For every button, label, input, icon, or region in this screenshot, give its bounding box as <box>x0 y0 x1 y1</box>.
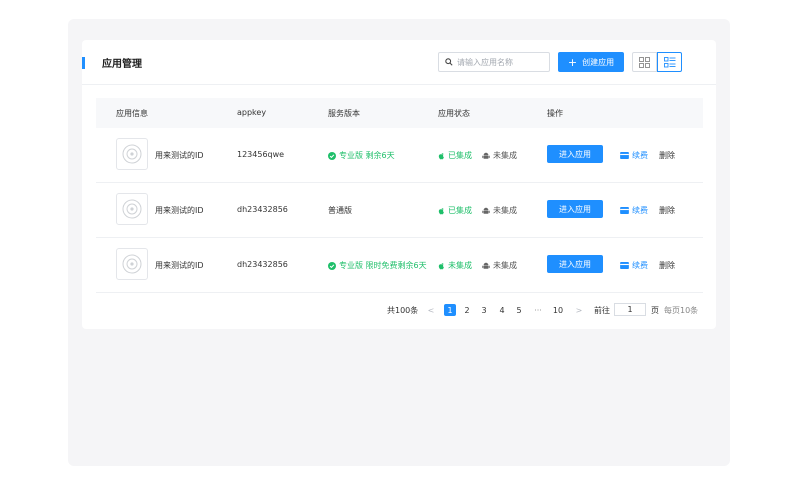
search-input[interactable] <box>457 57 545 67</box>
page-2-button[interactable]: 2 <box>461 304 473 316</box>
ios-status: 已集成 <box>438 150 472 161</box>
ios-status-text: 已集成 <box>448 206 472 215</box>
android-icon <box>482 262 490 269</box>
check-circle-icon <box>328 261 336 270</box>
android-status-text: 未集成 <box>493 151 517 160</box>
page-1-button[interactable]: 1 <box>444 304 456 316</box>
title-accent-bar <box>82 57 85 69</box>
page-5-button[interactable]: 5 <box>513 304 525 316</box>
search-box[interactable] <box>438 52 550 72</box>
page-unit-label: 页 <box>651 306 659 315</box>
table-row: 用来测试的ID 123456qwe 专业版 剩余6天 已集成 未集成 进入应用 … <box>96 128 703 183</box>
delete-link[interactable]: 删除 <box>659 205 675 216</box>
delete-link[interactable]: 删除 <box>659 260 675 271</box>
app-name: 用来测试的ID <box>155 206 204 215</box>
service-version-text: 专业版 限时免费剩余6天 <box>339 261 427 270</box>
search-icon <box>445 58 453 66</box>
service-version-text: 普通版 <box>328 206 352 215</box>
ios-status-text: 未集成 <box>448 261 472 270</box>
column-header-service-version: 服务版本 <box>328 109 360 118</box>
next-page-button[interactable]: > <box>573 304 585 316</box>
renew-label: 续费 <box>632 206 648 215</box>
appkey-value: 123456qwe <box>237 150 285 159</box>
delete-link[interactable]: 删除 <box>659 150 675 161</box>
app-logo <box>116 138 148 170</box>
enter-app-button[interactable]: 进入应用 <box>547 145 603 163</box>
android-status: 未集成 <box>482 205 517 216</box>
apple-icon <box>438 207 444 214</box>
app-logo <box>116 248 148 280</box>
apple-icon <box>438 152 444 159</box>
page-size-label[interactable]: 每页10条 <box>664 305 698 316</box>
service-version: 专业版 限时免费剩余6天 <box>328 260 427 271</box>
card-icon <box>620 262 629 269</box>
table-row: 用来测试的ID dh23432856 普通版 已集成 未集成 进入应用 续费 删… <box>96 183 703 238</box>
create-app-label: 创建应用 <box>582 57 615 67</box>
renew-link[interactable]: 续费 <box>620 205 648 216</box>
header-divider <box>82 84 716 85</box>
appkey-value: dh23432856 <box>237 205 288 214</box>
card-icon <box>620 207 629 214</box>
page-title: 应用管理 <box>102 59 142 70</box>
page-ellipsis: ··· <box>534 305 542 315</box>
total-count: 共100条 <box>387 306 419 315</box>
android-status: 未集成 <box>482 150 517 161</box>
renew-label: 续费 <box>632 151 648 160</box>
android-status-text: 未集成 <box>493 206 517 215</box>
check-circle-icon <box>328 151 336 160</box>
app-logo-icon <box>122 199 142 219</box>
appkey-value: dh23432856 <box>237 260 288 269</box>
android-status-text: 未集成 <box>493 261 517 270</box>
renew-label: 续费 <box>632 261 648 270</box>
grid-view-icon <box>639 56 650 68</box>
plus-icon: + <box>567 55 578 69</box>
page-3-button[interactable]: 3 <box>478 304 490 316</box>
enter-app-button[interactable]: 进入应用 <box>547 200 603 218</box>
service-version-text: 专业版 剩余6天 <box>339 151 395 160</box>
app-logo-icon <box>122 254 142 274</box>
column-header-actions: 操作 <box>547 109 563 118</box>
ios-status: 已集成 <box>438 205 472 216</box>
android-icon <box>482 207 490 214</box>
apple-icon <box>438 262 444 269</box>
page-4-button[interactable]: 4 <box>496 304 508 316</box>
app-name: 用来测试的ID <box>155 261 204 270</box>
app-logo-icon <box>122 144 142 164</box>
card-icon <box>620 152 629 159</box>
ios-status: 未集成 <box>438 260 472 271</box>
table-header: 应用信息 appkey 服务版本 应用状态 操作 <box>96 98 703 128</box>
column-header-app-status: 应用状态 <box>438 109 470 118</box>
service-version: 专业版 剩余6天 <box>328 150 395 161</box>
column-header-appkey: appkey <box>237 108 267 117</box>
page-10-button[interactable]: 10 <box>552 304 564 316</box>
enter-app-button[interactable]: 进入应用 <box>547 255 603 273</box>
goto-label: 前往 <box>594 306 610 315</box>
table-row: 用来测试的ID dh23432856 专业版 限时免费剩余6天 未集成 未集成 … <box>96 238 703 293</box>
prev-page-button[interactable]: < <box>425 304 437 316</box>
app-logo <box>116 193 148 225</box>
android-icon <box>482 152 490 159</box>
ios-status-text: 已集成 <box>448 151 472 160</box>
renew-link[interactable]: 续费 <box>620 150 648 161</box>
android-status: 未集成 <box>482 260 517 271</box>
list-view-icon <box>663 56 675 67</box>
column-header-app-info: 应用信息 <box>116 109 148 118</box>
list-view-toggle[interactable] <box>657 52 682 72</box>
create-app-button[interactable]: + 创建应用 <box>558 52 624 72</box>
goto-page-input[interactable] <box>614 303 646 316</box>
app-name: 用来测试的ID <box>155 151 204 160</box>
grid-view-toggle[interactable] <box>632 52 657 72</box>
renew-link[interactable]: 续费 <box>620 260 648 271</box>
